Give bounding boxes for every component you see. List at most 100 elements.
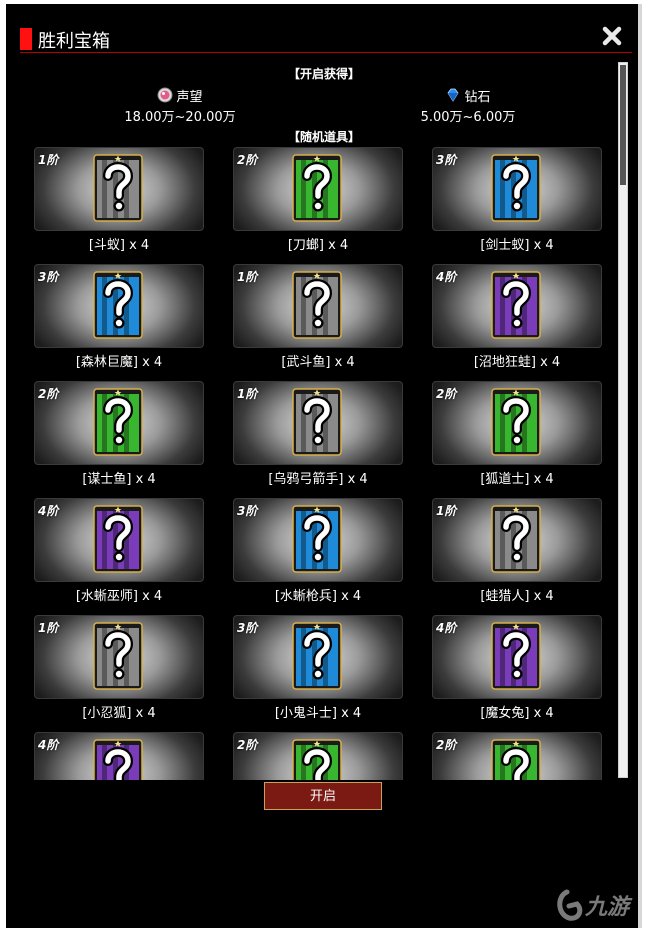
tier-badge: 4阶 — [38, 738, 59, 752]
tier-badge: 4阶 — [38, 504, 59, 518]
item-label: [斗蚁] x 4 — [88, 238, 150, 253]
reward-chest-dialog: 胜利宝箱 【开启获得】 声望 18.00万~20.00万 钻石 5.00万~6.… — [6, 4, 642, 928]
item-cell[interactable]: 4阶 — [34, 732, 204, 780]
mystery-card-icon — [292, 739, 342, 780]
item-frame: 2阶 — [432, 732, 602, 780]
close-icon[interactable] — [600, 24, 624, 48]
mystery-card-icon — [93, 505, 143, 573]
tier-badge: 3阶 — [237, 504, 258, 518]
item-frame: 2阶 — [432, 381, 602, 465]
item-frame: 3阶 — [233, 615, 403, 699]
item-label: [水蜥巫师] x 4 — [75, 589, 163, 604]
tier-badge: 2阶 — [436, 738, 457, 752]
item-cell[interactable]: 2阶 — [432, 732, 602, 780]
title-bar: 胜利宝箱 — [20, 26, 632, 53]
item-frame: 2阶 — [233, 147, 403, 231]
item-label: [狐道士] x 4 — [480, 472, 554, 487]
item-label: [魔女兔] x 4 — [480, 706, 554, 721]
item-label: [乌鸦弓箭手] x 4 — [268, 472, 368, 487]
item-frame: 3阶 — [233, 498, 403, 582]
item-frame: 2阶 — [34, 381, 204, 465]
item-cell[interactable]: 4阶 [魔女兔] x 4 — [432, 615, 602, 721]
item-frame: 3阶 — [34, 264, 204, 348]
item-label: [蛙猎人] x 4 — [480, 589, 554, 604]
reward-name: 钻石 — [464, 89, 491, 105]
dialog-title: 胜利宝箱 — [38, 31, 110, 52]
item-label: [沼地狂蛙] x 4 — [473, 355, 561, 370]
item-frame: 4阶 — [432, 264, 602, 348]
open-rewards-header: 【开启获得】 — [287, 67, 360, 81]
tier-badge: 2阶 — [237, 153, 258, 167]
item-cell[interactable]: 4阶 [沼地狂蛙] x 4 — [432, 264, 602, 370]
mystery-card-icon — [491, 739, 541, 780]
mystery-card-icon — [93, 154, 143, 222]
item-frame: 1阶 — [34, 615, 204, 699]
tier-badge: 1阶 — [38, 621, 59, 635]
item-cell[interactable]: 1阶 [蛙猎人] x 4 — [432, 498, 602, 604]
mystery-card-icon — [292, 388, 342, 456]
reward-name: 声望 — [176, 89, 203, 105]
item-frame: 1阶 — [233, 264, 403, 348]
mystery-card-icon — [292, 271, 342, 339]
mystery-card-icon — [93, 271, 143, 339]
tier-badge: 1阶 — [38, 153, 59, 167]
tier-badge: 2阶 — [38, 387, 59, 401]
mystery-card-icon — [491, 154, 541, 222]
tier-badge: 1阶 — [436, 504, 457, 518]
item-cell[interactable]: 2阶 [刀螂] x 4 — [233, 147, 403, 253]
mystery-card-icon — [491, 505, 541, 573]
tier-badge: 1阶 — [237, 387, 258, 401]
open-button[interactable]: 开启 — [264, 782, 382, 810]
item-cell[interactable]: 2阶 — [233, 732, 403, 780]
item-cell[interactable]: 1阶 [乌鸦弓箭手] x 4 — [233, 381, 403, 487]
item-cell[interactable]: 1阶 [斗蚁] x 4 — [34, 147, 204, 253]
item-frame: 4阶 — [432, 615, 602, 699]
mystery-card-icon — [93, 388, 143, 456]
tier-badge: 3阶 — [237, 621, 258, 635]
reward-amount: 5.00万~6.00万 — [420, 110, 516, 125]
item-cell[interactable]: 3阶 [水蜥枪兵] x 4 — [233, 498, 403, 604]
item-cell[interactable]: 3阶 [小鬼斗士] x 4 — [233, 615, 403, 721]
item-label: [小鬼斗士] x 4 — [274, 706, 362, 721]
scrollbar-thumb[interactable] — [620, 65, 626, 185]
reward-reputation: 声望 18.00万~20.00万 — [90, 86, 270, 125]
diamond-icon — [447, 88, 459, 102]
item-label: [小忍狐] x 4 — [82, 706, 156, 721]
mystery-card-icon — [292, 622, 342, 690]
item-frame: 1阶 — [233, 381, 403, 465]
tier-badge: 3阶 — [38, 270, 59, 284]
item-grid[interactable]: 1阶 [斗蚁] x 4 2阶 [刀螂] x 4 3阶 [剑士蚁] x 4 3阶 [森林巨魔] … — [34, 147, 614, 780]
tier-badge: 2阶 — [436, 387, 457, 401]
scrollbar[interactable] — [618, 62, 628, 778]
item-cell[interactable]: 3阶 [森林巨魔] x 4 — [34, 264, 204, 370]
item-cell[interactable]: 1阶 [武斗鱼] x 4 — [233, 264, 403, 370]
item-cell[interactable]: 1阶 [小忍狐] x 4 — [34, 615, 204, 721]
mystery-card-icon — [93, 622, 143, 690]
item-cell[interactable]: 4阶 [水蜥巫师] x 4 — [34, 498, 204, 604]
item-cell[interactable]: 2阶 [狐道士] x 4 — [432, 381, 602, 487]
item-frame: 4阶 — [34, 732, 204, 780]
item-label: [森林巨魔] x 4 — [75, 355, 163, 370]
reputation-icon — [157, 87, 173, 103]
item-label: [武斗鱼] x 4 — [281, 355, 355, 370]
random-items-header: 【随机道具】 — [287, 130, 360, 144]
item-label: [剑士蚁] x 4 — [480, 238, 554, 253]
tier-badge: 4阶 — [436, 621, 457, 635]
item-cell[interactable]: 3阶 [剑士蚁] x 4 — [432, 147, 602, 253]
item-label: [刀螂] x 4 — [287, 238, 349, 253]
item-label: [谋士鱼] x 4 — [82, 472, 156, 487]
watermark-logo: 九游 — [557, 889, 633, 921]
item-label: [水蜥枪兵] x 4 — [274, 589, 362, 604]
mystery-card-icon — [93, 739, 143, 780]
reward-diamond: 钻石 5.00万~6.00万 — [378, 86, 558, 125]
tier-badge: 3阶 — [436, 153, 457, 167]
tier-badge: 1阶 — [237, 270, 258, 284]
item-frame: 1阶 — [34, 147, 204, 231]
tier-badge: 2阶 — [237, 738, 258, 752]
item-cell[interactable]: 2阶 [谋士鱼] x 4 — [34, 381, 204, 487]
title-accent-bar — [20, 28, 32, 50]
reward-amount: 18.00万~20.00万 — [124, 110, 236, 125]
mystery-card-icon — [491, 271, 541, 339]
item-frame: 1阶 — [432, 498, 602, 582]
mystery-card-icon — [292, 505, 342, 573]
